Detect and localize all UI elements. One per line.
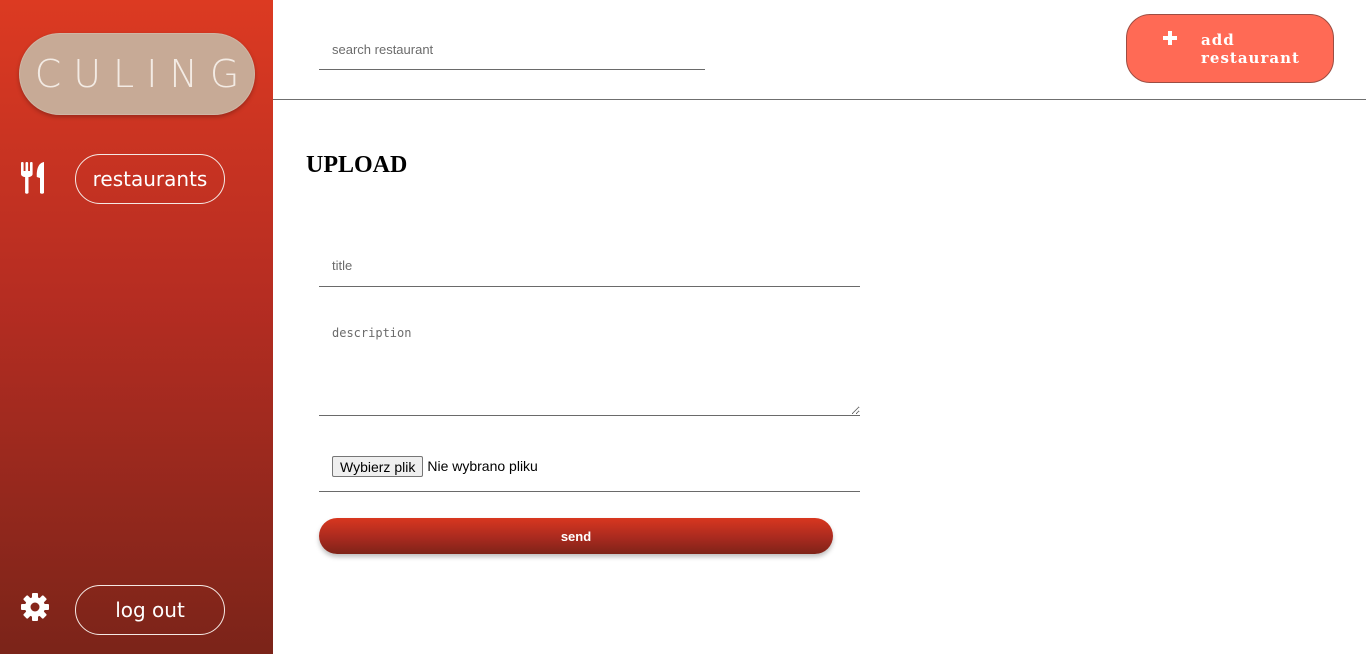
- file-upload-field: Wybierz plik Nie wybrano pliku: [319, 446, 860, 492]
- sidebar-item-label: restaurants: [92, 167, 208, 191]
- plus-icon: [1162, 30, 1178, 46]
- logout-button[interactable]: log out: [75, 585, 225, 635]
- file-status-text: Nie wybrano pliku: [427, 458, 538, 474]
- logo-text: CULING: [34, 52, 252, 96]
- add-restaurant-label: add restaurant: [1201, 31, 1300, 67]
- sidebar: CULING restaurants log out: [0, 0, 273, 654]
- logo: CULING: [19, 33, 255, 115]
- send-button-label: send: [560, 528, 592, 544]
- choose-file-button[interactable]: Wybierz plik: [332, 456, 424, 477]
- logout-label: log out: [115, 598, 185, 622]
- search-input[interactable]: [319, 30, 705, 70]
- gear-icon[interactable]: [20, 590, 50, 624]
- sidebar-item-restaurants[interactable]: restaurants: [75, 154, 225, 204]
- utensils-icon: [18, 161, 48, 195]
- description-textarea[interactable]: [319, 316, 860, 416]
- title-input[interactable]: [319, 245, 860, 287]
- add-restaurant-button[interactable]: add restaurant: [1126, 14, 1334, 83]
- page-title: UPLOAD: [306, 152, 408, 178]
- send-button[interactable]: send: [319, 518, 833, 554]
- topbar: add restaurant: [273, 0, 1366, 100]
